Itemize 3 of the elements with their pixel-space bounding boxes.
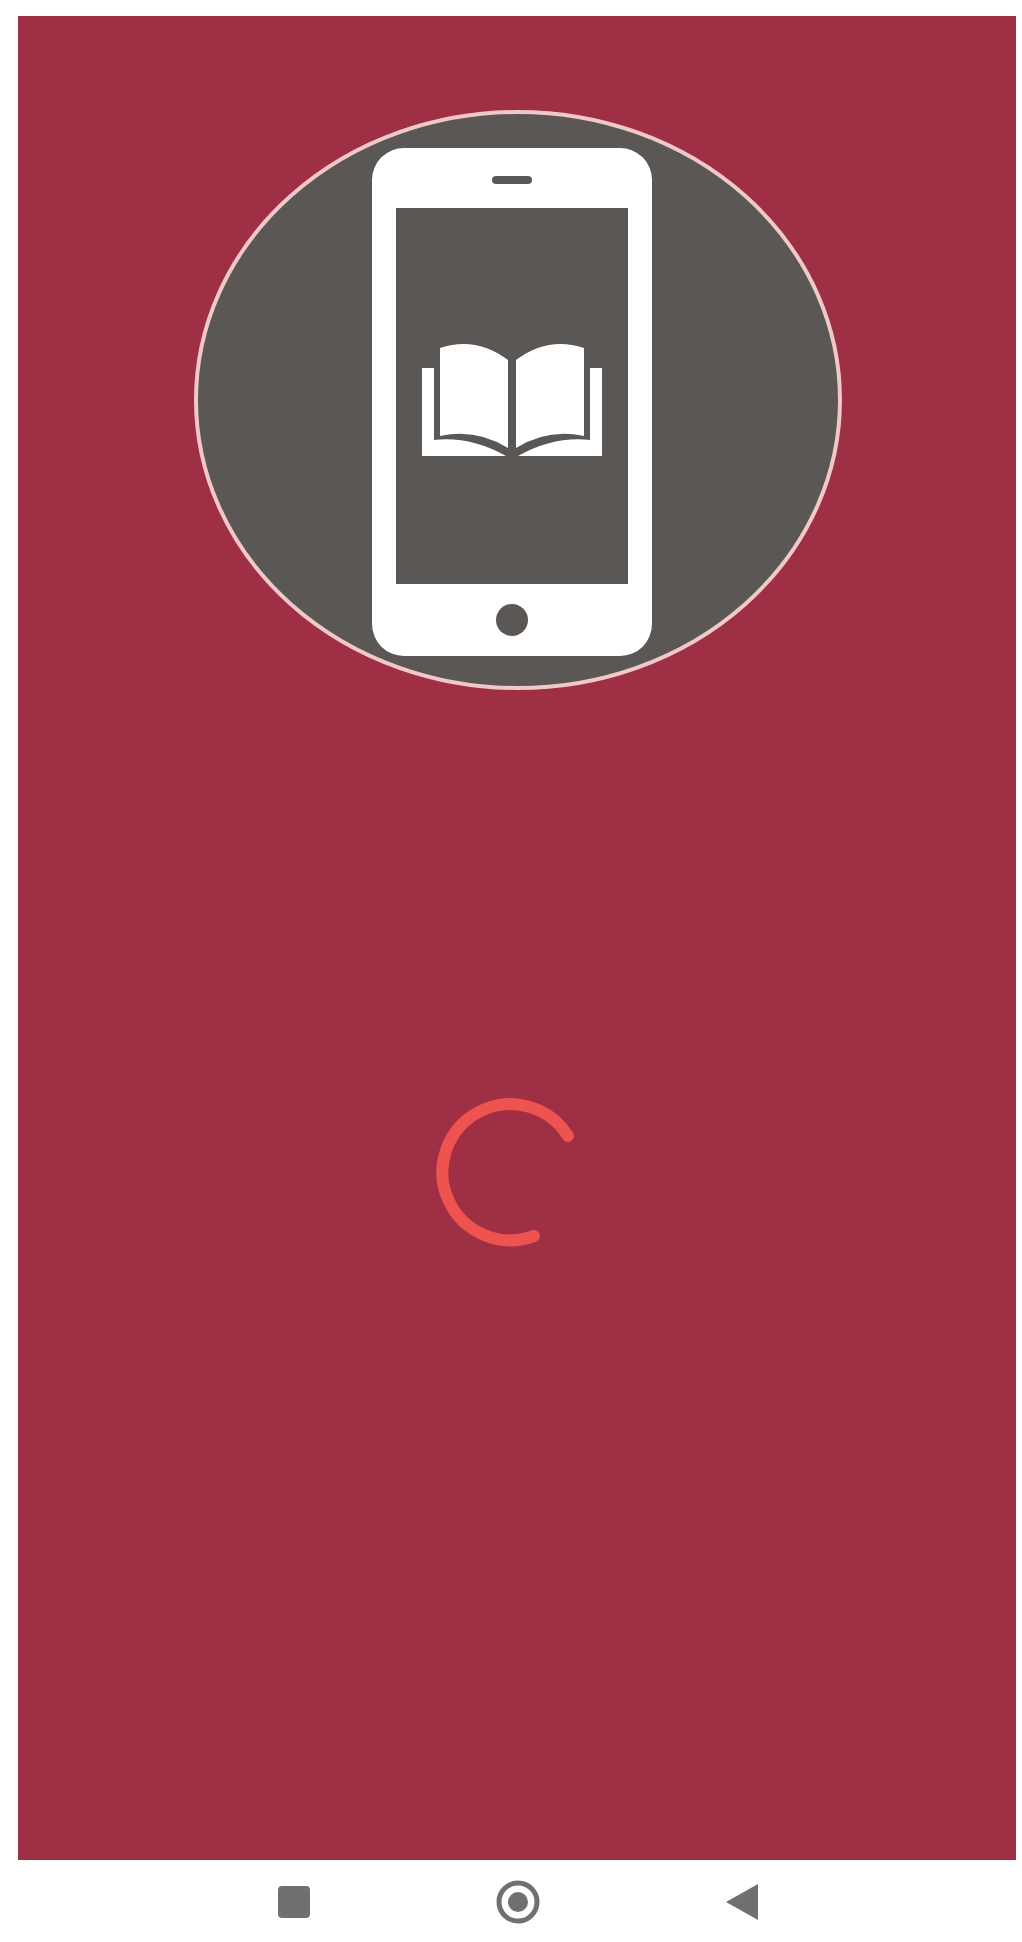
- back-icon: [725, 1883, 757, 1919]
- square-icon: [277, 1885, 309, 1917]
- home-icon: [495, 1879, 539, 1923]
